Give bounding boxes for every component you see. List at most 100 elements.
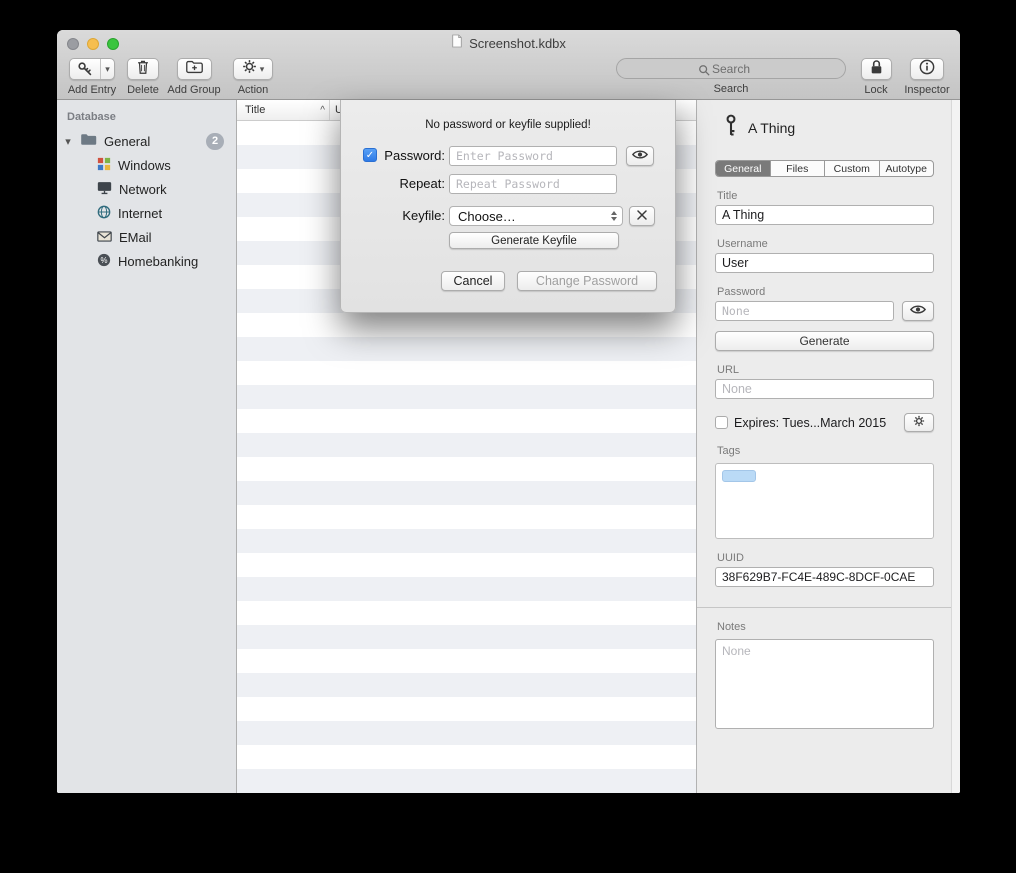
eye-icon [632, 147, 648, 165]
disclosure-triangle-icon[interactable]: ▾ [63, 135, 73, 148]
inspector-label: Inspector [904, 84, 949, 96]
title-field[interactable] [715, 205, 934, 225]
inspector-scrollbar[interactable] [951, 100, 960, 793]
generate-keyfile-button[interactable]: Generate Keyfile [449, 232, 619, 249]
sidebar-item-network[interactable]: Network [57, 177, 236, 201]
tab-general[interactable]: General [716, 161, 771, 176]
gear-icon [242, 59, 257, 79]
titlebar[interactable]: Screenshot.kdbx [57, 30, 960, 57]
action-button[interactable]: ▾ [233, 58, 274, 80]
delete-tool: Delete [123, 58, 163, 96]
envelope-icon [97, 230, 112, 245]
percent-coin-icon: % [97, 253, 111, 270]
expires-checkbox[interactable] [715, 416, 728, 429]
show-password-button[interactable] [902, 301, 934, 321]
trash-icon [136, 59, 150, 80]
clear-keyfile-button[interactable] [629, 206, 655, 226]
column-title-label: Title [245, 104, 265, 116]
inspector-panel: A Thing General Files Custom Autotype Ti… [696, 100, 960, 793]
keyfile-label: Keyfile: [379, 208, 445, 223]
keyfile-selected-value: Choose… [458, 209, 611, 224]
title-label: Title [717, 190, 934, 202]
monitor-icon [97, 181, 112, 198]
dialog-password-input[interactable] [449, 146, 617, 166]
add-entry-button[interactable]: ▾ [69, 58, 115, 80]
lock-button[interactable] [861, 58, 892, 80]
dialog-repeat-input[interactable] [449, 174, 617, 194]
window-chrome: Screenshot.kdbx ▾ Add Entry [57, 30, 960, 100]
sidebar-item-internet[interactable]: Internet [57, 201, 236, 225]
change-password-button[interactable]: Change Password [517, 271, 657, 291]
sidebar-item-email[interactable]: EMail [57, 225, 236, 249]
minimize-button[interactable] [87, 38, 99, 50]
add-group-button[interactable] [177, 58, 212, 80]
key-plus-icon [70, 59, 100, 79]
dialog-message: No password or keyfile supplied! [341, 119, 675, 131]
inspector-tabs: General Files Custom Autotype [715, 160, 934, 177]
change-password-label: Change Password [536, 274, 638, 288]
tab-autotype[interactable]: Autotype [880, 161, 934, 176]
expires-settings-button[interactable] [904, 413, 934, 432]
sidebar-item-label: General [104, 134, 150, 149]
tab-custom[interactable]: Custom [825, 161, 880, 176]
sidebar-item-homebanking[interactable]: % Homebanking [57, 249, 236, 273]
generate-label: Generate [799, 334, 849, 348]
username-field[interactable] [715, 253, 934, 273]
folder-icon [80, 133, 97, 149]
svg-text:%: % [101, 256, 108, 265]
tags-box[interactable] [715, 463, 934, 539]
inspector-button[interactable] [910, 58, 944, 80]
window-title: Screenshot.kdbx [469, 36, 566, 51]
toolbar: ▾ Add Entry Delete [57, 57, 960, 100]
url-field[interactable] [715, 379, 934, 399]
folder-plus-icon [186, 60, 203, 79]
entry-title: A Thing [748, 120, 795, 136]
cancel-button[interactable]: Cancel [441, 271, 505, 291]
sidebar-item-label: Windows [118, 158, 171, 173]
repeat-label: Repeat: [379, 176, 445, 191]
notes-label: Notes [717, 621, 934, 633]
sidebar-item-windows[interactable]: Windows [57, 153, 236, 177]
add-entry-tool: ▾ Add Entry [62, 58, 122, 96]
add-group-label: Add Group [167, 84, 220, 96]
lock-icon [870, 59, 883, 80]
password-label: Password: [379, 148, 445, 163]
generate-password-button[interactable]: Generate [715, 331, 934, 351]
generate-keyfile-label: Generate Keyfile [491, 235, 577, 247]
sidebar-header: Database [57, 111, 236, 123]
add-entry-label: Add Entry [68, 84, 116, 96]
zoom-button[interactable] [107, 38, 119, 50]
delete-button[interactable] [127, 58, 159, 80]
column-header-title[interactable]: Title ^ [237, 100, 330, 120]
close-button[interactable] [67, 38, 79, 50]
lock-label: Lock [864, 84, 887, 96]
password-field[interactable] [715, 301, 894, 321]
entry-count-badge: 2 [206, 133, 224, 150]
url-label: URL [717, 364, 934, 376]
sidebar: Database ▾ General 2 Windows Network [57, 100, 237, 793]
section-divider [697, 607, 960, 608]
chevron-down-icon[interactable]: ▾ [100, 59, 114, 79]
sidebar-item-label: Network [119, 182, 167, 197]
password-checkbox[interactable]: ✓ [363, 148, 377, 162]
tab-files[interactable]: Files [771, 161, 826, 176]
popup-stepper-icon [611, 211, 617, 221]
notes-field[interactable] [715, 639, 934, 729]
uuid-label: UUID [717, 552, 934, 564]
keyfile-popup[interactable]: Choose… [449, 206, 623, 226]
delete-label: Delete [127, 84, 159, 96]
lock-tool: Lock [856, 58, 896, 96]
action-tool: ▾ Action [229, 58, 277, 96]
sidebar-item-label: Homebanking [118, 254, 198, 269]
cancel-label: Cancel [454, 274, 493, 288]
search-input[interactable] [616, 58, 846, 79]
tag-pill[interactable] [722, 470, 756, 482]
key-icon [725, 114, 737, 142]
dialog-show-password-button[interactable] [626, 146, 654, 166]
uuid-field[interactable] [715, 567, 934, 587]
sidebar-item-general[interactable]: ▾ General 2 [57, 129, 236, 153]
info-icon [919, 59, 935, 80]
chevron-down-icon: ▾ [260, 64, 265, 75]
expires-row: Expires: Tues...March 2015 [715, 413, 934, 432]
eye-icon [910, 302, 926, 320]
